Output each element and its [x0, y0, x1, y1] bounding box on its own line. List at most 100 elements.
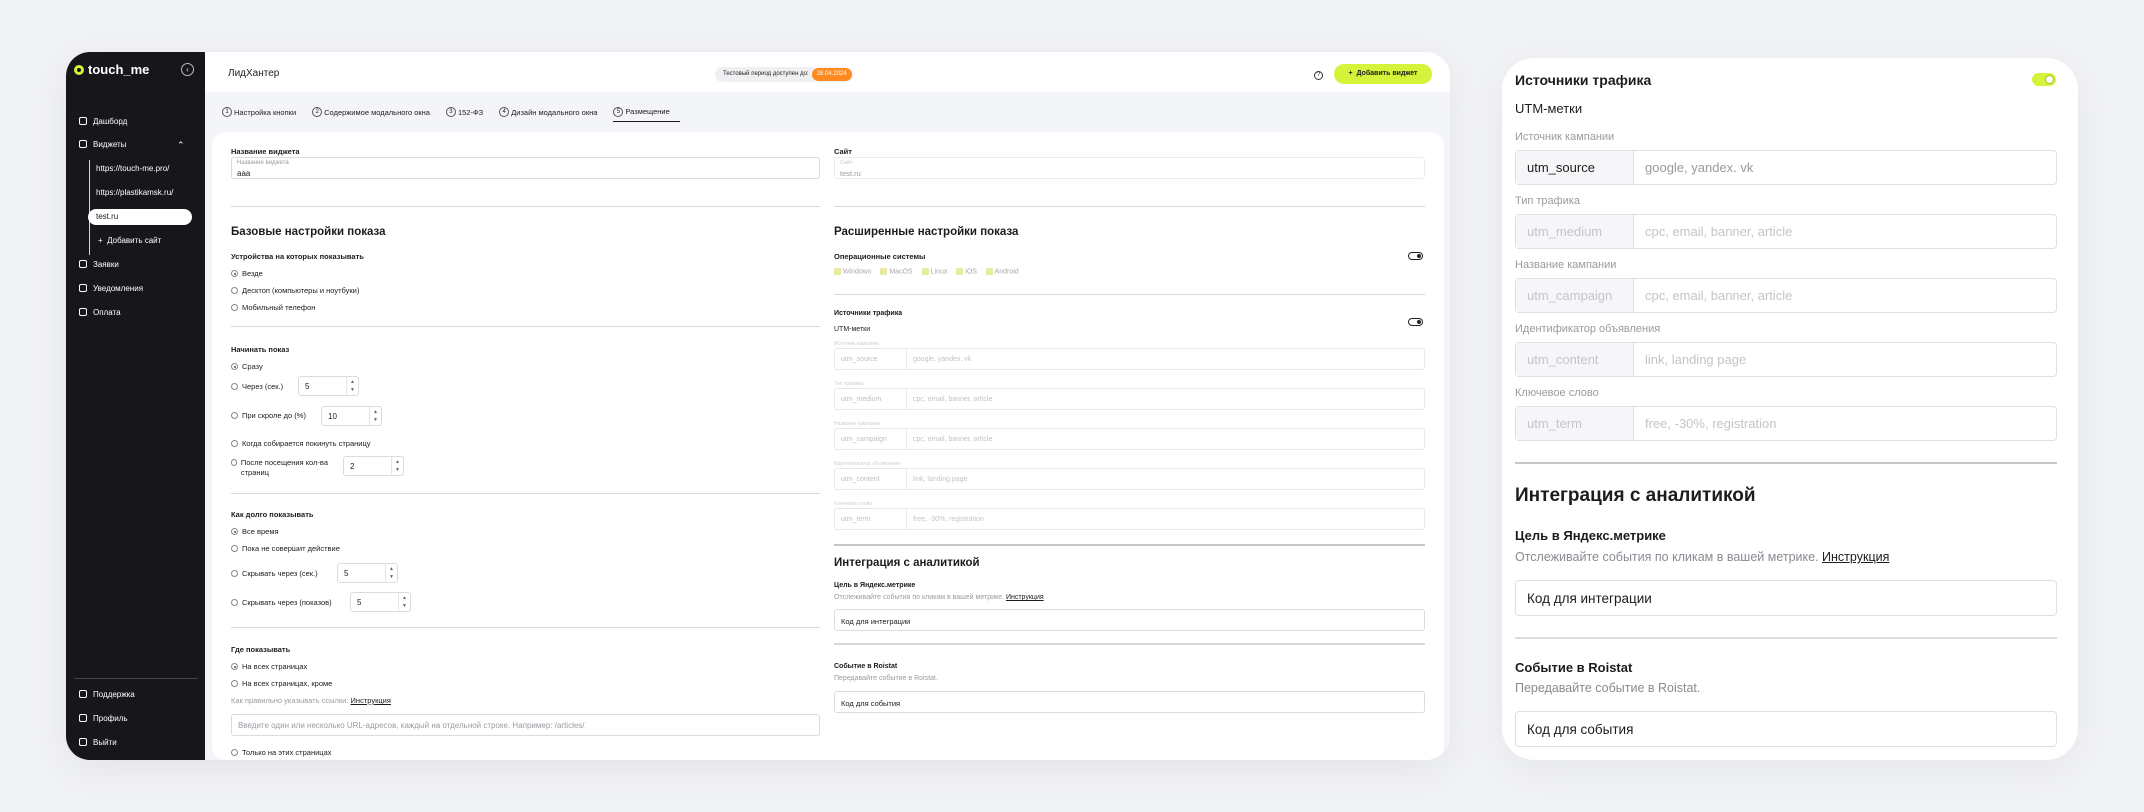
stepper-arrows-icon[interactable]: ▲ ▼ [385, 564, 397, 582]
stepper-arrows-icon[interactable]: ▲ ▼ [369, 407, 381, 425]
hide-views-stepper[interactable]: 5 ▲ ▼ [350, 592, 411, 612]
tab-button-settings[interactable]: 1 Настройка кнопки [222, 102, 306, 122]
radio-where-all[interactable]: На всех страницах [231, 662, 307, 671]
where-label: Где показывать [231, 645, 291, 654]
sidebar-item-widgets[interactable]: Виджеты [79, 137, 126, 151]
traffic-toggle[interactable] [1408, 318, 1423, 326]
ym-instruction-link[interactable]: Инструкция [1822, 550, 1889, 564]
radio-where-except[interactable]: На всех страницах, кроме [231, 679, 332, 688]
sidebar-item-notifications[interactable]: Уведомления [79, 281, 143, 295]
pages-stepper[interactable]: 2 ▲ ▼ [343, 456, 404, 476]
radio-start-pages[interactable]: После посещения кол-ва страниц [231, 458, 331, 478]
url-hint: Как правильно указывать ссылки: Инструкц… [231, 696, 391, 705]
os-checkboxes: Windows MacOS Linux iOS Android [834, 268, 1019, 275]
radio-where-only[interactable]: Только на этих страницах [231, 748, 332, 757]
checkbox-icon [921, 268, 929, 275]
divider [834, 294, 1425, 295]
stepper-arrows-icon[interactable]: ▲ ▼ [346, 377, 358, 395]
radio-icon [231, 545, 238, 552]
sidebar-item-dashboard[interactable]: Дашборд [79, 114, 127, 128]
utm-term-input[interactable]: utm_term free, -30%, registration [834, 508, 1425, 530]
os-checkbox-android[interactable]: Android [985, 268, 1019, 275]
analytics-title: Интеграция с аналитикой [1515, 485, 1756, 506]
tab-modal-content[interactable]: 2 Содержимое модального окна [312, 102, 440, 122]
utm-content-input[interactable]: utm_content link, landing page [834, 468, 1425, 490]
sidebar-item-logout[interactable]: Выйти [79, 735, 117, 749]
radio-icon [231, 440, 238, 447]
widget-name-input[interactable]: Название виджета ааа [231, 157, 820, 179]
utm-source-input[interactable]: utm_source google, yandex. vk [1515, 150, 2057, 185]
sidebar-item-profile[interactable]: Профиль [79, 711, 128, 725]
radio-icon [231, 749, 238, 756]
sidebar-site-item[interactable]: https://touch-me.pro/ [96, 161, 169, 177]
scroll-stepper[interactable]: 10 ▲ ▼ [321, 406, 382, 426]
radio-icon [231, 680, 238, 687]
roistat-code-input[interactable]: Код для события [1515, 711, 2057, 747]
url-textarea[interactable]: Введите один или несколько URL-адресов, … [231, 714, 820, 736]
os-toggle[interactable] [1408, 252, 1423, 260]
tab-modal-design[interactable]: 4 Дизайн модального окна [499, 102, 607, 122]
radio-hide-views[interactable]: Скрывать через (показов) [231, 598, 332, 607]
os-checkbox-macos[interactable]: MacOS [880, 268, 913, 275]
radio-device-desktop[interactable]: Десктоп (компьютеры и ноутбуки) [231, 286, 359, 295]
radio-start-after-sec[interactable]: Через (сек.) [231, 382, 283, 391]
radio-hide-sec[interactable]: Скрывать через (сек.) [231, 569, 318, 578]
sidebar-site-item-active[interactable]: test.ru [88, 209, 192, 225]
utm-source-input[interactable]: utm_source google, yandex. vk [834, 348, 1425, 370]
stepper-arrows-icon[interactable]: ▲ ▼ [398, 593, 410, 611]
divider [1515, 637, 2057, 639]
sidebar-item-requests[interactable]: Заявки [79, 257, 119, 271]
card-icon [79, 308, 87, 316]
radio-device-all[interactable]: Везде [231, 269, 263, 278]
utm-medium-input[interactable]: utm_medium cpc, email, banner, article [834, 388, 1425, 410]
chevron-up-icon[interactable]: ⌃ [177, 140, 185, 151]
utm-term-input[interactable]: utm_term free, -30%, registration [1515, 406, 2057, 441]
utm-campaign-input[interactable]: utm_campaign cpc, email, banner, article [834, 428, 1425, 450]
tab-152fz[interactable]: 3 152-ФЗ [445, 102, 493, 122]
sidebar-item-payment[interactable]: Оплата [79, 305, 121, 319]
radio-start-leave[interactable]: Когда собирается покинуть страницу [231, 439, 371, 448]
radio-icon [231, 599, 238, 606]
radio-duration-always[interactable]: Все время [231, 527, 279, 536]
hide-sec-stepper[interactable]: 5 ▲ ▼ [337, 563, 398, 583]
os-checkbox-linux[interactable]: Linux [921, 268, 947, 275]
collapse-sidebar-icon[interactable]: ‹ [181, 63, 194, 76]
duration-label: Как долго показывать [231, 510, 314, 519]
stepper-arrows-icon[interactable]: ▲ ▼ [391, 457, 403, 475]
tab-placement[interactable]: 5 Размещение [613, 102, 680, 122]
radio-start-scroll[interactable]: При скроле до (%) [231, 411, 306, 420]
roistat-code-input[interactable]: Код для события [834, 691, 1425, 713]
divider [1515, 462, 2057, 464]
instruction-link[interactable]: Инструкция [351, 696, 391, 705]
traffic-toggle-on[interactable] [2032, 73, 2056, 86]
sidebar-site-item[interactable]: https://plastikamsk.ru/ [96, 185, 173, 201]
radio-icon [231, 287, 238, 294]
os-checkbox-windows[interactable]: Windows [834, 268, 871, 275]
utm-content-input[interactable]: utm_content link, landing page [1515, 342, 2057, 377]
radio-start-immediately[interactable]: Сразу [231, 362, 263, 371]
help-icon[interactable]: ? [1314, 71, 1323, 80]
divider [231, 326, 820, 327]
utm-campaign-input[interactable]: utm_campaign cpc, email, banner, article [1515, 278, 2057, 313]
add-widget-button[interactable]: + Добавить виджет [1334, 64, 1432, 84]
radio-device-mobile[interactable]: Мобильный телефон [231, 303, 315, 312]
radio-icon [231, 363, 238, 370]
logo[interactable]: touch_me [74, 62, 149, 77]
ym-instruction-link[interactable]: Инструкция [1006, 594, 1044, 601]
ym-code-input[interactable]: Код для интеграции [1515, 580, 2057, 616]
ym-code-input[interactable]: Код для интеграции [834, 609, 1425, 631]
sidebar-item-support[interactable]: Поддержка [79, 687, 135, 701]
dashboard-icon [79, 117, 87, 125]
utm-medium-input[interactable]: utm_medium cpc, email, banner, article [1515, 214, 2057, 249]
after-sec-stepper[interactable]: 5 ▲ ▼ [298, 376, 359, 396]
utm-source-label: Источник кампании [834, 341, 880, 347]
basic-settings-title: Базовые настройки показа [231, 226, 386, 238]
analytics-title: Интеграция с аналитикой [834, 557, 980, 569]
divider [834, 544, 1425, 546]
chart-icon [79, 140, 87, 148]
os-checkbox-ios[interactable]: iOS [956, 268, 977, 275]
add-site-button[interactable]: + Добавить сайт [98, 233, 161, 249]
utm-campaign-label: Название кампании [1515, 259, 1617, 271]
logout-icon [79, 738, 87, 746]
radio-duration-until[interactable]: Пока не совершит действие [231, 544, 340, 553]
